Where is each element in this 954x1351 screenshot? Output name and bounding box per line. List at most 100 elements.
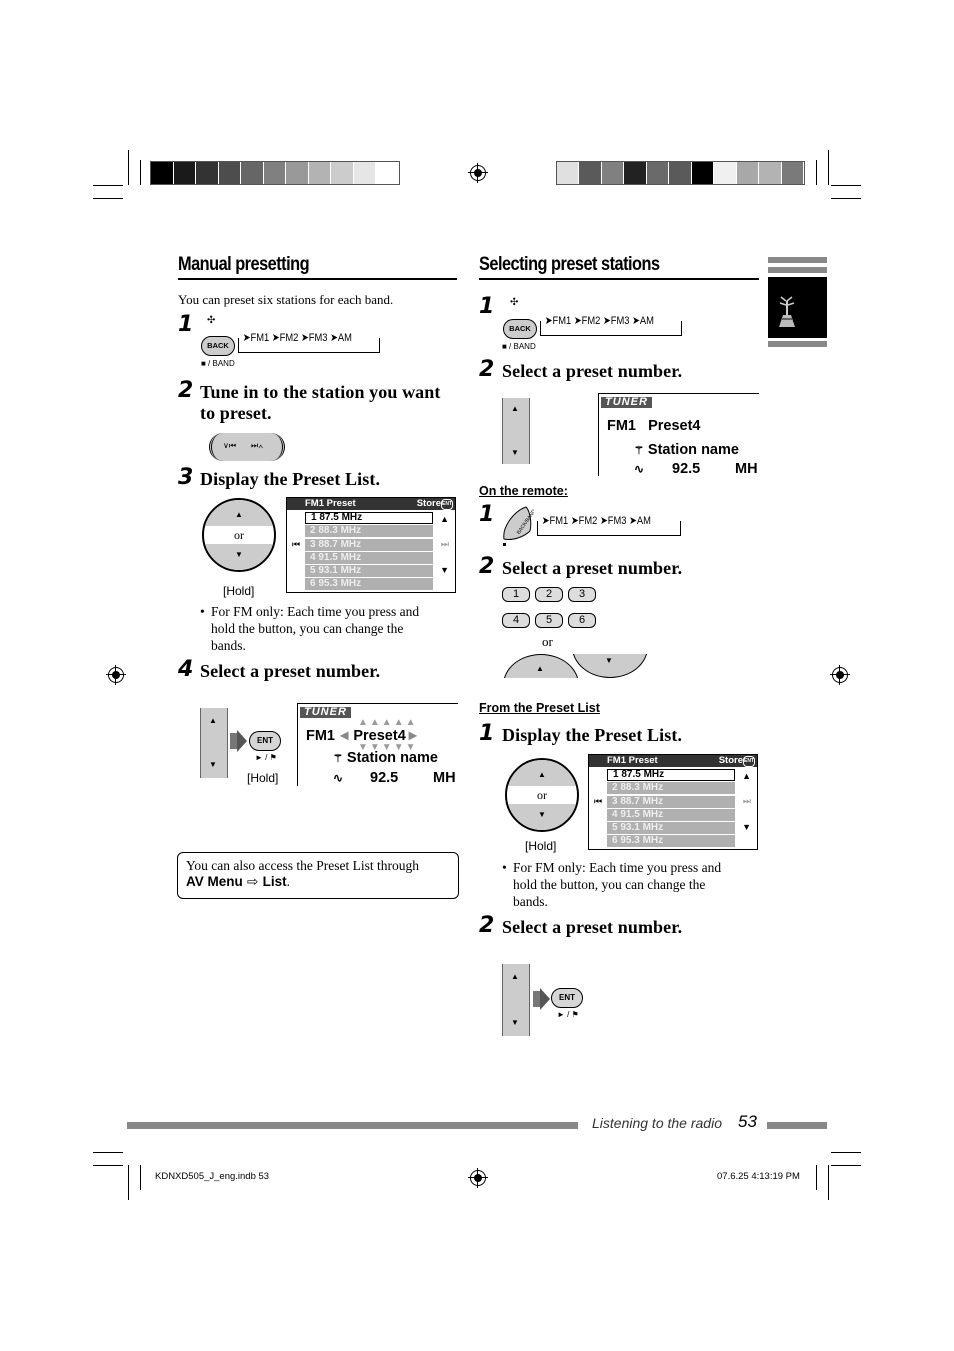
- color-swatch: [691, 162, 714, 184]
- up-arrow-icon: ▲: [536, 664, 544, 673]
- volume-knob[interactable]: ▲ ▼ or: [505, 758, 579, 832]
- ent-button[interactable]: ENT: [249, 731, 281, 751]
- down-arrow-icon: ▼: [538, 810, 546, 819]
- hold-label: [Hold]: [247, 771, 279, 785]
- color-swatch: [781, 162, 803, 184]
- preset-key-5[interactable]: 5: [535, 613, 563, 628]
- volume-knob[interactable]: ▲ ▼ or: [202, 498, 276, 572]
- play-flag-label: ► / ⚑: [557, 1010, 579, 1019]
- step-number: 2: [178, 378, 194, 403]
- ent-icon: ENT: [441, 499, 453, 510]
- back-button[interactable]: BACK: [201, 336, 235, 356]
- ent-button[interactable]: ENT: [551, 988, 583, 1008]
- up-down-rocker[interactable]: ▲ ▼: [200, 708, 228, 778]
- antenna-icon: ⚚: [634, 445, 644, 457]
- tune-rocker-button[interactable]: ∨⏮ ⏭∧: [201, 433, 287, 461]
- step-number: 1: [479, 502, 495, 527]
- band-text: FM1: [306, 728, 335, 744]
- step-number: 1: [178, 312, 194, 337]
- back-button[interactable]: BACK: [503, 319, 537, 339]
- or-label: or: [234, 528, 244, 542]
- next-icon: ⏭: [742, 796, 751, 806]
- up-arrow-icon: ▲: [209, 716, 217, 725]
- av-menu-label: AV Menu: [186, 874, 243, 889]
- remote-up-button[interactable]: ▲: [503, 654, 579, 678]
- seek-down-icon: ∨⏮: [223, 441, 237, 450]
- ent-icon: ENT: [743, 756, 755, 767]
- preset-key-2[interactable]: 2: [535, 587, 563, 602]
- direction-pad-icon: ✣: [207, 315, 216, 326]
- band-sequence: ➤FM1 ➤FM2 ➤FM3 ➤AM: [540, 514, 653, 527]
- scroll-down-icon: ▼: [742, 822, 751, 832]
- or-label: or: [542, 634, 553, 649]
- color-swatch: [173, 162, 196, 184]
- preset-row[interactable]: 2 88.3 MHz: [607, 782, 735, 795]
- color-swatch: [353, 162, 376, 184]
- preset-row[interactable]: 1 87.5 MHz: [607, 769, 735, 781]
- preset-row[interactable]: 3 88.7 MHz: [607, 795, 735, 808]
- arrow-icon: [540, 988, 550, 1010]
- bullet-text: bands.: [211, 638, 246, 653]
- preset-key-3[interactable]: 3: [568, 587, 596, 602]
- frequency-text: 92.5: [672, 461, 701, 477]
- registration-mark-left: [106, 665, 126, 685]
- color-swatch: [218, 162, 241, 184]
- step-number: 2: [479, 554, 495, 579]
- remote-down-button[interactable]: ▼: [572, 654, 648, 678]
- color-bar-right: [556, 161, 805, 185]
- radio-tower-icon: [768, 277, 827, 338]
- section-title-selecting-preset-stations: Selecting preset stations: [479, 254, 660, 275]
- preset-row[interactable]: 4 91.5 MHz: [607, 808, 735, 821]
- footer-bar-left: [127, 1122, 578, 1129]
- bullet-text: hold the button, you can change the: [513, 877, 706, 892]
- band-sequence: ➤FM1 ➤FM2 ➤FM3 ➤AM: [543, 314, 656, 327]
- preset-row[interactable]: 2 88.3 MHz: [305, 525, 433, 538]
- footer-bar-right: [767, 1122, 827, 1129]
- bullet-text: For FM only: Each time you press and: [513, 860, 722, 875]
- step-text: Select a preset number.: [502, 361, 683, 381]
- registration-mark-bottom: [468, 1168, 488, 1188]
- preset-row[interactable]: 4 91.5 MHz: [305, 551, 433, 564]
- color-swatch: [646, 162, 669, 184]
- preset-row[interactable]: 5 93.1 MHz: [305, 565, 433, 578]
- registration-mark-right: [830, 665, 850, 685]
- signal-icon: ∿: [333, 771, 344, 785]
- station-name: Station name: [647, 442, 739, 458]
- arrow-icon: ⇨: [247, 874, 259, 889]
- bullet-text: For FM only: Each time you press and: [211, 604, 420, 619]
- preset-row[interactable]: 1 87.5 MHz: [305, 512, 433, 524]
- remote-back-band-button[interactable]: BACK/BAND: [500, 505, 538, 546]
- up-arrow-icon: ▲: [538, 770, 546, 779]
- band-label: ■ / BAND: [502, 342, 536, 351]
- preset-text: Preset4: [648, 418, 701, 434]
- preset-key-6[interactable]: 6: [568, 613, 596, 628]
- preset-row[interactable]: 5 93.1 MHz: [607, 822, 735, 835]
- tuner-display: TUNER FM1 Preset4 ⚚ Station name ∿ 92.5 …: [598, 393, 759, 477]
- bullet-text: hold the button, you can change the: [211, 621, 404, 636]
- up-down-rocker[interactable]: ▲ ▼: [502, 398, 530, 464]
- up-down-rocker[interactable]: ▲ ▼: [502, 964, 530, 1036]
- down-arrow-icon: ▼: [209, 760, 217, 769]
- color-swatch: [759, 162, 781, 184]
- preset-row[interactable]: 3 88.7 MHz: [305, 538, 433, 551]
- unit-text: MH: [433, 770, 456, 786]
- preset-list-header: FM1 Preset: [607, 755, 658, 766]
- tuner-display-flashing: TUNER FM1 ◄ Preset4► ▲▲▲▲▲ ▼▼▼▼▼ ⚚ Station…: [297, 703, 458, 786]
- arrow-icon: [237, 730, 247, 752]
- preset-row[interactable]: 6 95.3 MHz: [305, 578, 433, 591]
- tuner-tag: TUNER: [601, 397, 652, 408]
- color-swatch: [736, 162, 759, 184]
- or-label: or: [537, 788, 547, 802]
- previous-icon: ⏮: [292, 539, 301, 549]
- preset-key-1[interactable]: 1: [502, 587, 530, 602]
- preset-list-header: FM1 Preset: [305, 498, 356, 509]
- period: .: [286, 874, 291, 889]
- preset-key-4[interactable]: 4: [502, 613, 530, 628]
- footer-section-name: Listening to the radio: [592, 1115, 722, 1131]
- preset-list-display: FM1 Preset Store ENT 1 87.5 MHz 2 88.3 MHz…: [286, 497, 456, 593]
- color-swatch: [151, 162, 173, 184]
- antenna-icon: ⚚: [333, 753, 343, 765]
- preset-row[interactable]: 6 95.3 MHz: [607, 835, 735, 848]
- step-number: 1: [479, 721, 495, 746]
- scroll-up-icon: ▲: [742, 771, 751, 781]
